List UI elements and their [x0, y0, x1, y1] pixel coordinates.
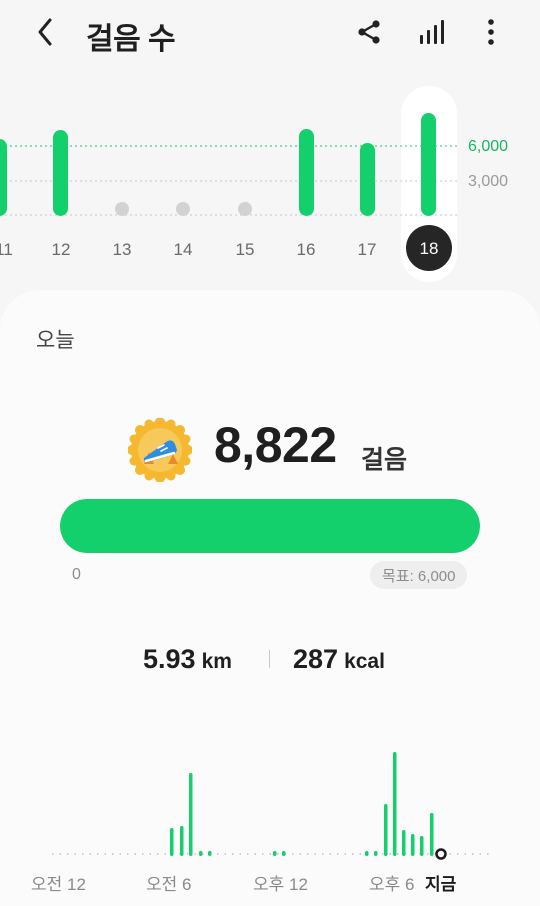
today-card: 오늘 8,822 걸음 0 목표: 6,000 5.93 km 287 kcal…: [0, 290, 540, 906]
more-options-button[interactable]: [474, 14, 508, 50]
hour-bar: [199, 851, 203, 856]
day-bar-16[interactable]: [299, 129, 314, 216]
hour-bar: [282, 851, 286, 856]
time-label-6pm: 오후 6: [369, 875, 415, 894]
hour-bar: [411, 834, 415, 856]
time-label-noon: 오후 12: [253, 875, 308, 894]
more-vertical-icon: [488, 19, 494, 45]
day-label-12: 12: [52, 240, 71, 259]
hour-bar: [273, 851, 277, 856]
bar-chart-icon: [420, 20, 444, 44]
hour-bar: [189, 773, 193, 856]
hour-bar: [180, 826, 184, 856]
hour-bar: [384, 804, 388, 856]
distance-stat: 5.93 km: [143, 644, 232, 675]
app-header: 걸음 수: [0, 0, 540, 70]
share-icon: [358, 20, 380, 44]
hour-bar: [208, 851, 212, 856]
day-bar-12[interactable]: [53, 130, 68, 216]
day-label-18: 18: [420, 239, 439, 258]
back-button[interactable]: [32, 14, 62, 50]
time-label-6am: 오전 6: [146, 875, 192, 894]
hour-bar: [420, 836, 424, 856]
chevron-left-icon: [38, 18, 52, 46]
step-count: 8,822: [214, 417, 337, 473]
goal-axis-label: 6,000: [468, 138, 509, 155]
time-label-midnight: 오전 12: [31, 875, 86, 894]
today-label: 오늘: [36, 329, 75, 352]
hour-bar: [170, 828, 174, 856]
day-dot-13[interactable]: [115, 202, 129, 216]
calories-stat: 287 kcal: [293, 644, 385, 675]
page-title: 걸음 수: [86, 23, 176, 56]
weekly-chart-svg: 18 11 12 13 14 15 16 17: [0, 86, 458, 282]
distance-unit: km: [201, 650, 232, 673]
now-marker: [435, 848, 447, 860]
step-progress-bar: [60, 499, 480, 553]
share-button[interactable]: [352, 14, 386, 50]
chart-button[interactable]: [414, 14, 448, 50]
time-label-now: 지금: [425, 875, 457, 894]
running-shoe-badge-icon: [127, 417, 193, 483]
step-progress-fill: [60, 499, 480, 553]
calories-value: 287: [293, 644, 339, 674]
hour-bar: [402, 830, 406, 856]
hourly-steps-chart: [0, 730, 540, 860]
hour-bar: [393, 752, 397, 856]
day-bar-17[interactable]: [360, 143, 375, 216]
day-bar-11[interactable]: [0, 139, 7, 216]
day-dot-14[interactable]: [176, 202, 190, 216]
step-unit: 걸음: [361, 446, 408, 474]
day-label-16: 16: [297, 240, 316, 259]
day-label-11: 11: [0, 240, 13, 259]
hour-bar: [430, 813, 434, 856]
calories-unit: kcal: [344, 650, 385, 673]
day-label-17: 17: [358, 240, 377, 259]
weekly-steps-chart[interactable]: 18 11 12 13 14 15 16 17 6,000 3,000: [0, 80, 540, 290]
hour-bar: [365, 851, 369, 856]
hourly-chart-svg: [52, 752, 490, 860]
goal-badge[interactable]: 목표: 6,000: [370, 561, 468, 589]
progress-min-label: 0: [72, 566, 81, 583]
day-dot-15[interactable]: [238, 202, 252, 216]
day-label-15: 15: [236, 240, 255, 259]
day-label-14: 14: [174, 240, 193, 259]
hour-bar: [374, 851, 378, 856]
stat-divider: [269, 650, 270, 668]
day-bar-18[interactable]: [421, 113, 436, 216]
distance-value: 5.93: [143, 644, 196, 674]
mid-axis-label: 3,000: [468, 173, 509, 190]
day-label-13: 13: [113, 240, 132, 259]
